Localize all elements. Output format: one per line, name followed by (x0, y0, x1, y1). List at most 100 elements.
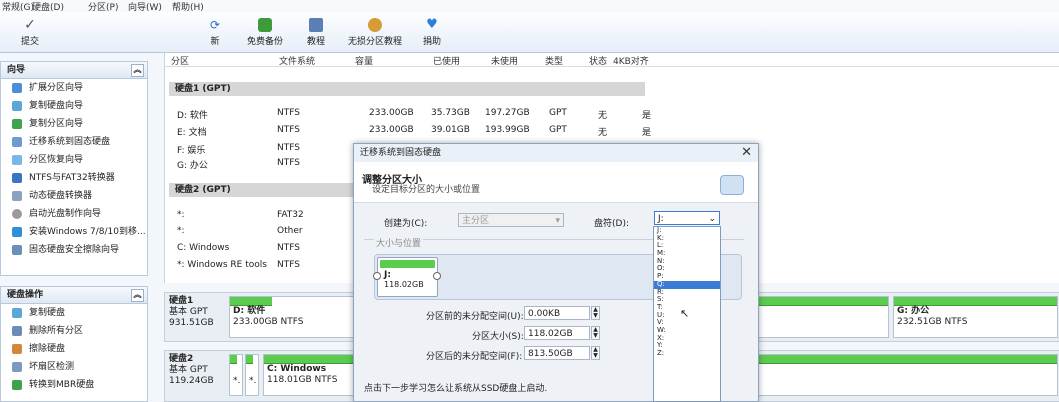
dialog-subheading: 设定目标分区的大小或位置 (372, 185, 481, 195)
partition-block-c[interactable]: C: Windows 118.01GB NTFS (263, 354, 355, 396)
mouse-cursor-icon: ↖ (680, 307, 690, 320)
free-backup-button[interactable]: 免费备份 (244, 18, 286, 47)
wizard-item-install-windows[interactable]: 安装Windows 7/8/10到移... (1, 223, 147, 241)
wizard-item-migrate-ssd[interactable]: 迁移系统到固态硬盘 (1, 133, 147, 151)
partition-block-f[interactable] (757, 296, 889, 338)
wizard-item-recovery[interactable]: 分区恢复向导 (1, 151, 147, 169)
drive-option[interactable]: R: (654, 288, 720, 297)
wizard-item-ntfs-fat32[interactable]: NTFS与FAT32转换器 (1, 169, 147, 187)
wizard-panel-header: 向导 ︽ (1, 62, 147, 79)
bad-sector-icon (12, 362, 22, 372)
wizard-item-boot-disc[interactable]: 启动光盘制作向导 (1, 205, 147, 223)
toolbar: ✓ 提交 ⟳ 新 免费备份 教程 无损分区教程 ♥ 捐助 (0, 12, 1059, 53)
refresh-button[interactable]: ⟳ 新 (205, 18, 225, 47)
usage-bar (758, 355, 1057, 364)
tutorial-button[interactable]: 教程 (304, 18, 328, 47)
partition-block-new[interactable] (757, 354, 1058, 396)
recovery-icon (12, 155, 22, 165)
slider-handle-left[interactable] (373, 272, 381, 280)
dialog-hint: 点击下一步学习怎么让系统从SSD硬盘上启动. (364, 384, 548, 394)
disk-ops-panel-header: 硬盘操作 ︽ (1, 287, 147, 304)
submit-button[interactable]: ✓ 提交 (10, 18, 50, 47)
disk-ops-panel: 硬盘操作 ︽ 复制硬盘 删除所有分区 擦除硬盘 坏扇区检测 转换到MBR硬盘 (0, 286, 148, 402)
chevron-down-icon: ⌄ (708, 214, 716, 224)
disk-op-convert-mbr[interactable]: 转换到MBR硬盘 (1, 376, 147, 394)
disk-op-wipe[interactable]: 擦除硬盘 (1, 340, 147, 358)
dialog-header: 调整分区大小 设定目标分区的大小或位置 (354, 162, 758, 203)
drive-option[interactable]: Z: (654, 349, 720, 358)
header-divider (165, 66, 1059, 67)
collapse-icon[interactable]: ︽ (131, 289, 144, 302)
disk1-label: 硬盘1 基本 GPT 931.51GB (169, 296, 214, 328)
dynamic-disk-icon (12, 191, 22, 201)
close-icon[interactable]: ✕ (741, 145, 752, 161)
wizard-panel: 向导 ︽ 扩展分区向导 复制硬盘向导 复制分区向导 迁移系统到固态硬盘 分区恢复… (0, 61, 148, 276)
slider-handle-right[interactable] (433, 272, 441, 280)
partition-block-small2[interactable]: *. (245, 354, 259, 396)
create-as-select[interactable]: 主分区 ▾ (458, 213, 564, 227)
drive-option[interactable]: O: (654, 265, 720, 273)
wipe-icon (12, 344, 22, 354)
disk1-group-header: 硬盘1 (GPT) (169, 82, 645, 96)
partition-slider-block[interactable]: J: 118.02GB (377, 257, 438, 297)
table-row[interactable]: D: 软件 NTFS 233.00GB 35.73GB 197.27GB GPT… (165, 108, 1059, 122)
extend-icon (12, 83, 22, 93)
erase-icon (12, 245, 22, 255)
migrate-icon (12, 137, 22, 147)
backup-icon (258, 18, 272, 32)
boot-disc-icon (12, 209, 22, 219)
wizard-item-copy-disk[interactable]: 复制硬盘向导 (1, 97, 147, 115)
chevron-down-icon: ▾ (555, 216, 560, 226)
usage-bar (246, 355, 254, 364)
after-space-label: 分区后的未分配空间(F): (426, 352, 523, 362)
disk-op-delete-all[interactable]: 删除所有分区 (1, 322, 147, 340)
usage-bar (380, 260, 435, 268)
lossless-tutorial-button[interactable]: 无损分区教程 (346, 18, 404, 47)
usage-bar (230, 355, 238, 364)
before-space-input[interactable]: 0.00KB (524, 306, 590, 320)
refresh-icon: ⟳ (209, 18, 221, 32)
partition-tutorial-icon (368, 18, 382, 32)
wizard-item-copy-partition[interactable]: 复制分区向导 (1, 115, 147, 133)
copy-partition-icon (12, 119, 22, 129)
drive-letter-label: 盘符(D): (594, 219, 629, 229)
drive-letter-select[interactable]: J: ⌄ (654, 211, 720, 225)
after-space-spinner[interactable]: ▲ ▼ (591, 346, 600, 360)
partition-size-spinner[interactable]: ▲ ▼ (591, 326, 600, 340)
menu-bar: 常规(G) 硬盘(D) 分区(P) 向导(W) 帮助(H) (0, 0, 1059, 13)
wizard-item-dynamic-disk[interactable]: 动态硬盘转换器 (1, 187, 147, 205)
heart-icon: ♥ (426, 17, 438, 32)
donate-button[interactable]: ♥ 捐助 (420, 17, 444, 48)
drive-option[interactable]: X: (654, 334, 720, 343)
partition-size-label: 分区大小(S): (472, 332, 524, 342)
disk-resize-icon (720, 175, 744, 195)
before-space-spinner[interactable]: ▲ ▼ (591, 306, 600, 320)
book-icon (309, 18, 323, 32)
usage-bar (758, 297, 888, 306)
before-space-label: 分区前的未分配空间(U): (426, 312, 524, 322)
wizard-item-extend[interactable]: 扩展分区向导 (1, 79, 147, 97)
create-as-label: 创建为(C): (384, 219, 428, 229)
windows-icon (12, 227, 22, 237)
dialog-title-bar: 迁移系统到固态硬盘 ✕ (354, 144, 758, 162)
disk-op-bad-sector[interactable]: 坏扇区检测 (1, 358, 147, 376)
usage-bar (264, 355, 354, 364)
partition-size-input[interactable]: 118.02GB (524, 326, 590, 340)
size-group-label: 大小与位置 (374, 236, 424, 249)
disk-op-copy[interactable]: 复制硬盘 (1, 304, 147, 322)
copy-disk-icon (12, 101, 22, 111)
partition-block-g[interactable]: G: 办公 232.51GB NTFS (893, 296, 1058, 338)
after-space-input[interactable]: 813.50GB (524, 346, 590, 360)
drive-option[interactable]: K: (654, 234, 720, 243)
table-row[interactable]: E: 文档 NTFS 233.00GB 39.01GB 193.99GB GPT… (165, 125, 1059, 139)
wizard-item-ssd-erase[interactable]: 固态硬盘安全擦除向导 (1, 241, 147, 259)
checkmark-icon: ✓ (24, 17, 36, 33)
copy-disk-icon (12, 308, 22, 318)
partition-block-small1[interactable]: *. (229, 354, 243, 396)
disk2-label: 硬盘2 基本 GPT 119.24GB (169, 354, 214, 386)
partition-block-d[interactable]: D: 软件 233.00GB NTFS (229, 296, 371, 338)
collapse-icon[interactable]: ︽ (131, 64, 144, 77)
drive-option[interactable]: S: (654, 295, 720, 304)
delete-icon (12, 326, 22, 336)
usage-bar (230, 297, 272, 306)
